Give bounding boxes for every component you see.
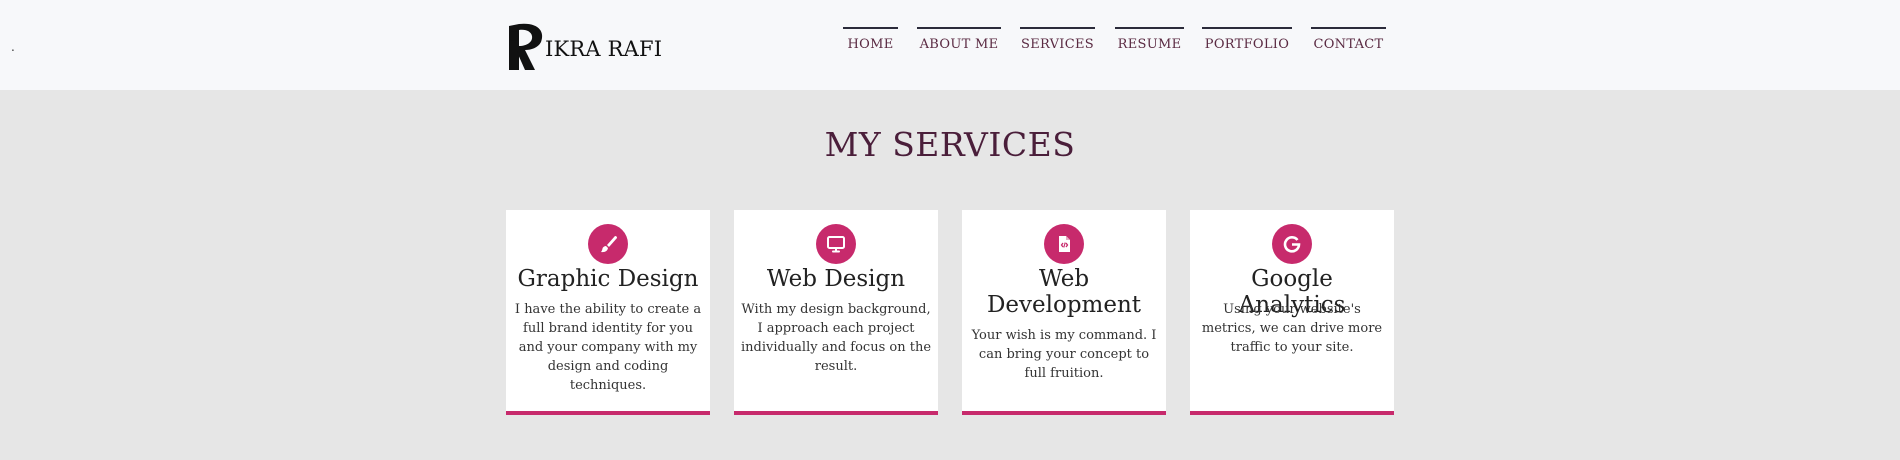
nav-resume[interactable]: RESUME xyxy=(1115,27,1184,57)
service-description: I have the ability to create a full bran… xyxy=(514,302,702,393)
service-card-google-analytics: Google Analytics Using your website's me… xyxy=(1190,210,1394,415)
code-file-icon xyxy=(1044,224,1084,264)
services-heading: MY SERVICES xyxy=(824,125,1076,164)
service-description: Using your website's metrics, we can dri… xyxy=(1201,302,1383,355)
site-header: . IKRA RAFI HOME ABOUT ME SERVICES RESUM… xyxy=(0,0,1900,90)
nav-contact[interactable]: CONTACT xyxy=(1311,27,1386,57)
paintbrush-icon xyxy=(588,224,628,264)
service-card-web-development: Web Development Your wish is my command.… xyxy=(962,210,1166,415)
service-title: Web Design xyxy=(766,266,906,292)
service-card-graphic-design: Graphic Design I have the ability to cre… xyxy=(506,210,710,415)
service-title: Web Development xyxy=(986,266,1142,318)
nav-home[interactable]: HOME xyxy=(843,27,898,57)
main-nav: HOME ABOUT ME SERVICES RESUME PORTFOLIO … xyxy=(0,27,1900,57)
service-card-web-design: Web Design With my design background, I … xyxy=(734,210,938,415)
service-description: Your wish is my command. I can bring you… xyxy=(971,328,1157,381)
service-description: With my design background, I approach ea… xyxy=(740,302,932,374)
monitor-icon xyxy=(816,224,856,264)
google-icon xyxy=(1272,224,1312,264)
nav-services[interactable]: SERVICES xyxy=(1020,27,1095,57)
service-title: Graphic Design xyxy=(517,266,699,292)
nav-about-me[interactable]: ABOUT ME xyxy=(917,27,1001,57)
nav-portfolio[interactable]: PORTFOLIO xyxy=(1202,27,1292,57)
